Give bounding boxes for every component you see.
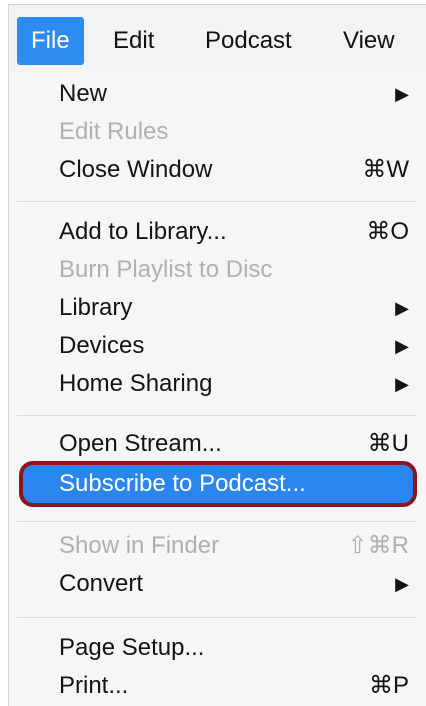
menu-item-edit-rules: Edit Rules — [9, 113, 409, 151]
menu-podcast[interactable]: Podcast — [191, 17, 306, 65]
menu-item-label: Print... — [59, 672, 129, 699]
submenu-arrow-icon: ▶ — [395, 336, 409, 356]
menu-separator — [17, 415, 417, 416]
menu-file[interactable]: File — [17, 17, 84, 65]
menu-item-label: Library — [59, 294, 133, 321]
menu-item-library[interactable]: Library ▶ — [9, 289, 409, 327]
menu-view[interactable]: View — [329, 17, 409, 65]
submenu-arrow-icon: ▶ — [395, 298, 409, 318]
menu-item-convert[interactable]: Convert ▶ — [9, 565, 409, 603]
menu-item-label: Home Sharing — [59, 370, 213, 397]
menu-item-page-setup[interactable]: Page Setup... — [9, 629, 409, 667]
menu-separator — [17, 201, 417, 202]
menu-separator — [17, 617, 417, 618]
menu-edit[interactable]: Edit — [99, 17, 168, 65]
menu-item-show-in-finder: Show in Finder ⇧⌘R — [9, 527, 409, 565]
submenu-arrow-icon: ▶ — [395, 84, 409, 104]
menu-item-label: Subscribe to Podcast... — [59, 470, 306, 497]
menu-item-open-stream[interactable]: Open Stream... ⌘U — [9, 425, 409, 463]
menu-item-label: Add to Library... — [59, 218, 227, 245]
menu-item-label: New — [59, 80, 108, 107]
shortcut-label: ⌘P — [368, 672, 409, 699]
shortcut-label: ⇧⌘R — [347, 532, 409, 559]
menu-item-print[interactable]: Print... ⌘P — [9, 667, 409, 705]
menu-item-label: Burn Playlist to Disc — [59, 256, 273, 283]
shortcut-label: ⌘O — [366, 218, 409, 245]
menu-item-home-sharing[interactable]: Home Sharing ▶ — [9, 365, 409, 403]
menu-item-label: Devices — [59, 332, 145, 359]
menu-bar: File Edit Podcast View — [9, 5, 426, 73]
shortcut-label: ⌘W — [362, 156, 409, 183]
menu-item-label: Page Setup... — [59, 634, 205, 661]
menu-item-add-to-library[interactable]: Add to Library... ⌘O — [9, 213, 409, 251]
submenu-arrow-icon: ▶ — [395, 374, 409, 394]
menu-item-label: Show in Finder — [59, 532, 220, 559]
menu-item-label: Close Window — [59, 156, 213, 183]
menu-item-devices[interactable]: Devices ▶ — [9, 327, 409, 365]
menu-item-close-window[interactable]: Close Window ⌘W — [9, 151, 409, 189]
menu-item-label: Open Stream... — [59, 430, 222, 457]
menu-item-label: Convert — [59, 570, 144, 597]
shortcut-label: ⌘U — [367, 430, 409, 457]
menu-item-subscribe-to-podcast[interactable]: Subscribe to Podcast... — [19, 461, 417, 507]
menu-item-new[interactable]: New ▶ — [9, 75, 409, 113]
menu-item-label: Edit Rules — [59, 118, 169, 145]
submenu-arrow-icon: ▶ — [395, 574, 409, 594]
app-window: File Edit Podcast View New ▶ Edit Rules … — [8, 4, 426, 706]
menu-separator — [17, 521, 417, 522]
menu-item-burn-playlist: Burn Playlist to Disc — [9, 251, 409, 289]
